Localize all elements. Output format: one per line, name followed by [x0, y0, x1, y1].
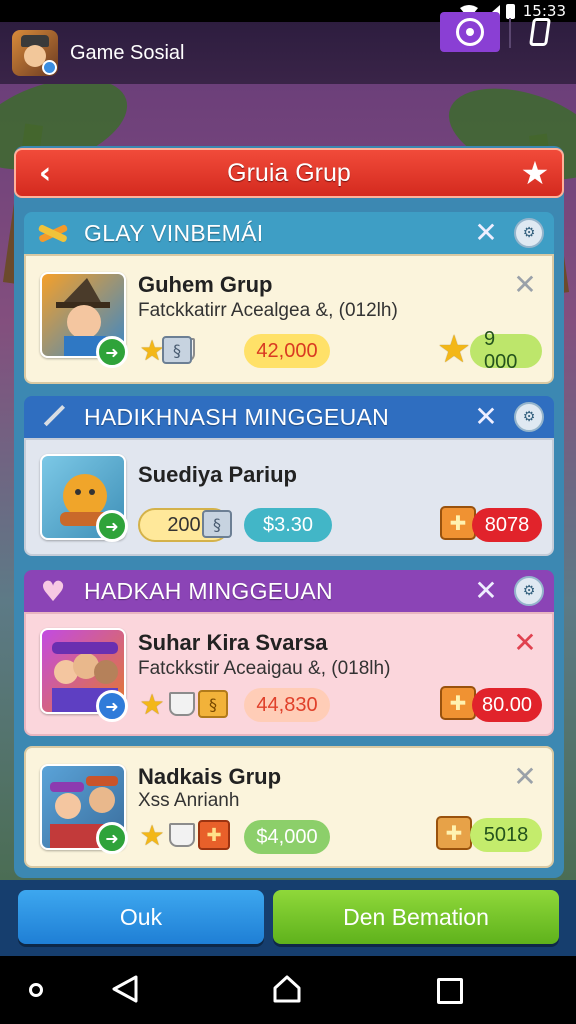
- pencil-icon: [34, 402, 72, 432]
- close-icon: ✕: [513, 626, 537, 659]
- favorite-button[interactable]: ★: [518, 156, 552, 190]
- group-name-4: Nadkais Grup: [138, 764, 282, 789]
- section-close-button-3[interactable]: ✕: [472, 577, 500, 605]
- back-icon[interactable]: [110, 974, 140, 1004]
- card-icon: §: [162, 336, 192, 364]
- star-icon: ★: [520, 154, 550, 192]
- star-icon: ★: [139, 687, 165, 721]
- star-icon: ★: [139, 818, 165, 852]
- group-card-1[interactable]: ➜ Guhem Grup Fatckkatirr Acealgea &, (01…: [24, 254, 554, 384]
- gift-icon: ✚: [198, 820, 230, 850]
- wrench-icon: [34, 218, 72, 248]
- reward-pill-4: 5018: [470, 818, 542, 852]
- gift-icon: ✚: [440, 686, 476, 720]
- cup-icon: [169, 823, 195, 847]
- section-settings-button-1[interactable]: ⚙: [514, 218, 544, 248]
- gift-icon: ✚: [440, 506, 476, 540]
- gift-icon: ✚: [436, 816, 472, 850]
- section-title-3: HADKAH MINGGEUAN: [84, 577, 333, 604]
- reward-pill-2: 8078: [472, 508, 542, 542]
- reward-pill-1: 9 000: [470, 328, 542, 373]
- price-pill-1: 42,000: [244, 334, 330, 368]
- section-close-button-2[interactable]: ✕: [472, 403, 500, 431]
- group-card-4[interactable]: ➜ Nadkais Grup Xss Anrianh ✕ ★ ✚ $4,000 …: [24, 746, 554, 868]
- close-icon: ✕: [474, 216, 498, 249]
- assistant-icon[interactable]: [29, 983, 43, 997]
- device-button[interactable]: [520, 12, 560, 52]
- record-icon: [456, 18, 484, 46]
- dialog-title-bar: ‹ Gruia Grup ★: [14, 148, 564, 198]
- play-icon: ➜: [96, 510, 128, 542]
- card-icons-4: ★ ✚: [138, 818, 230, 852]
- play-icon: ➜: [96, 336, 128, 368]
- card-icons-1: ★ §: [138, 334, 195, 367]
- reward-pill-3: 80.00: [472, 688, 542, 722]
- settings-icon: ⚙: [522, 409, 536, 425]
- tile-icon: §: [198, 690, 228, 718]
- dismiss-button-3[interactable]: ✕: [512, 629, 538, 657]
- section-header-3: ♥ HADKAH MINGGEUAN ✕ ⚙: [24, 570, 554, 612]
- settings-icon: ⚙: [522, 225, 536, 241]
- group-name-1: Guhem Grup: [138, 272, 273, 297]
- section-title-2: HADIKHNASH MINGGEUAN: [84, 403, 390, 430]
- app-logo: [12, 30, 58, 76]
- back-button[interactable]: ‹: [30, 155, 60, 191]
- section-title-1: GLAY VINBEMÁI: [84, 219, 264, 246]
- confirm-button[interactable]: Den Bemation: [273, 890, 559, 944]
- section-settings-button-3[interactable]: ⚙: [514, 576, 544, 606]
- header-divider: [509, 18, 511, 48]
- app-title: Game Sosial: [70, 41, 185, 64]
- close-icon: ✕: [474, 574, 498, 607]
- group-sub-3: Fatckkstir Aceaigau &, (018lh): [138, 658, 391, 679]
- group-name-3: Suhar Kira Svarsa: [138, 630, 328, 655]
- section-close-button-1[interactable]: ✕: [472, 219, 500, 247]
- heart-icon: ♥: [40, 574, 66, 608]
- section-settings-button-2[interactable]: ⚙: [514, 402, 544, 432]
- home-icon[interactable]: [272, 974, 302, 1004]
- play-icon: ➜: [96, 690, 128, 722]
- card-icon: §: [202, 510, 232, 538]
- section-header-2: HADIKHNASH MINGGEUAN ✕ ⚙: [24, 396, 554, 438]
- dismiss-button-1[interactable]: ✕: [512, 271, 538, 299]
- close-icon: ✕: [513, 760, 537, 793]
- section-header-1: GLAY VINBEMÁI ✕ ⚙: [24, 212, 554, 254]
- navigation-bar: [0, 956, 576, 1024]
- price-pill-2: $3.30: [244, 508, 332, 542]
- battery-icon: [505, 3, 515, 19]
- star-badge-icon: ★: [436, 327, 472, 371]
- settings-icon: ⚙: [522, 583, 536, 599]
- dismiss-button-4[interactable]: ✕: [512, 763, 538, 791]
- record-button[interactable]: [440, 12, 500, 52]
- price-pill-4: $4,000: [244, 820, 330, 854]
- card-icons-3: ★ §: [138, 687, 228, 721]
- recents-icon[interactable]: [437, 978, 463, 1004]
- price-pill-3: 44,830: [244, 688, 330, 722]
- cup-icon: [169, 692, 195, 716]
- group-sub-4: Xss Anrianh: [138, 790, 240, 811]
- dialog-title: Gruia Grup: [227, 158, 351, 187]
- group-card-2[interactable]: ➜ Suediya Pariup 200 § $3.30 ✚ 8078: [24, 438, 554, 556]
- ok-button[interactable]: Ouk: [18, 890, 264, 944]
- group-card-3[interactable]: ➜ Suhar Kira Svarsa Fatckkstir Aceaigau …: [24, 612, 554, 736]
- chevron-left-icon: ‹: [38, 155, 52, 191]
- play-icon: ➜: [96, 822, 128, 854]
- close-icon: ✕: [513, 268, 537, 301]
- close-icon: ✕: [474, 400, 498, 433]
- phone-icon: [529, 18, 551, 46]
- group-name-2: Suediya Pariup: [138, 462, 297, 487]
- group-sub-1: Fatckkatirr Acealgea &, (012lh): [138, 300, 398, 321]
